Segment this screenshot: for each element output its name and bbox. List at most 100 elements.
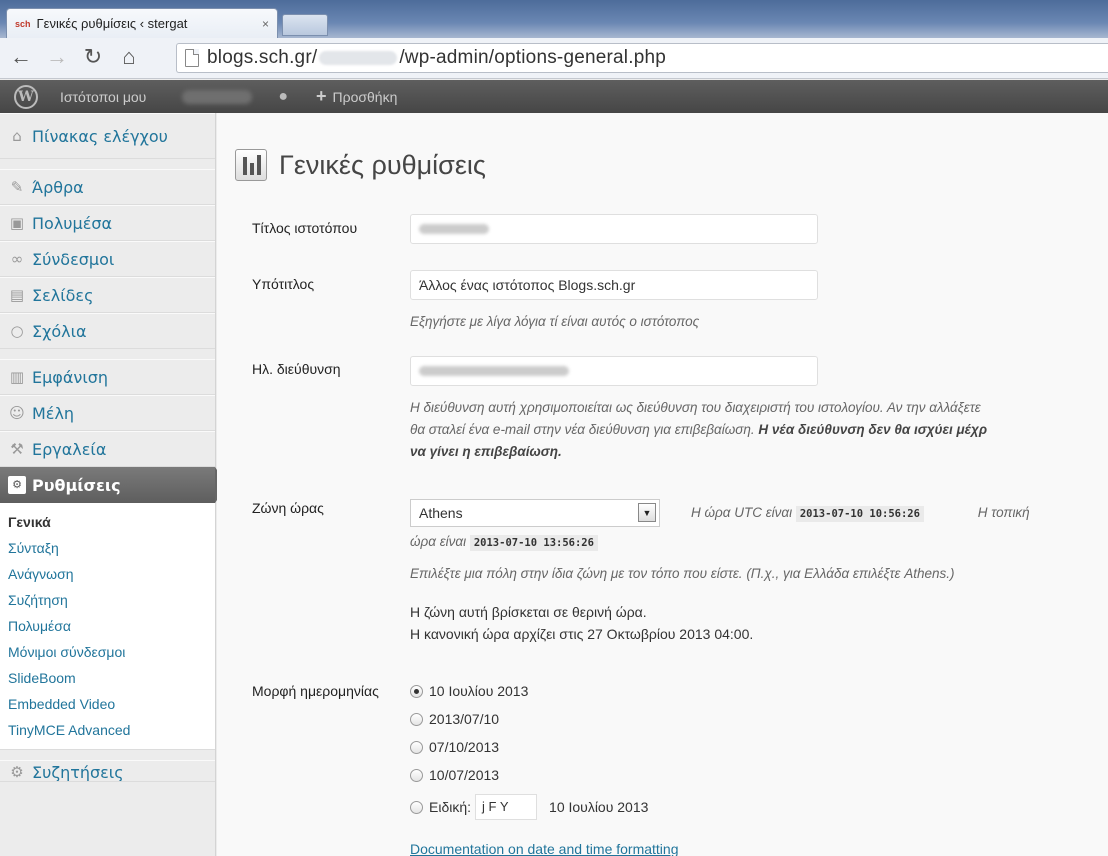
timezone-select[interactable]: Athens ▼ bbox=[410, 499, 660, 527]
sidebar-item-media[interactable]: ▣ Πολυμέσα bbox=[0, 205, 215, 241]
wordpress-logo-icon[interactable]: W bbox=[14, 84, 38, 109]
settings-icon: ⚙ bbox=[8, 476, 26, 494]
media-icon: ▣ bbox=[9, 214, 25, 232]
date-format-custom[interactable]: Ειδική: j F Y 10 Ιουλίου 2013 bbox=[410, 793, 648, 821]
custom-format-input[interactable]: j F Y bbox=[475, 794, 538, 820]
my-sites-link[interactable]: Ιστότοποι μου bbox=[60, 89, 146, 105]
sidebar-item-label: Πίνακας ελέγχου bbox=[32, 126, 168, 146]
submenu-slideboom[interactable]: SlideBoom bbox=[8, 665, 215, 691]
add-new-link[interactable]: Προσθήκη bbox=[333, 89, 398, 105]
settings-icon bbox=[235, 149, 267, 181]
sidebar-item-label: Εμφάνιση bbox=[32, 367, 109, 387]
sidebar-item-label: Σχόλια bbox=[32, 321, 87, 341]
radio-button[interactable] bbox=[410, 712, 423, 726]
tools-icon: ⚒ bbox=[10, 440, 24, 458]
forward-icon[interactable]: → bbox=[44, 44, 70, 70]
sidebar-item-label: Σύνδεσμοι bbox=[32, 249, 115, 269]
sidebar-item-label: Πολυμέσα bbox=[32, 213, 113, 233]
submenu-permalinks[interactable]: Μόνιμοι σύνδεσμοι bbox=[8, 639, 215, 665]
home-icon: ⌂ bbox=[12, 127, 22, 145]
sidebar-item-settings[interactable]: ⚙ Ρυθμίσεις bbox=[0, 467, 227, 503]
favicon-icon: sch bbox=[15, 18, 31, 29]
sidebar-item-appearance[interactable]: ▥ Εμφάνιση bbox=[0, 359, 215, 395]
url-text: blogs.sch.gr//wp-admin/options-general.p… bbox=[207, 47, 667, 68]
submenu-tinymce[interactable]: TinyMCE Advanced bbox=[8, 717, 215, 743]
custom-label: Ειδική: bbox=[429, 799, 472, 815]
submenu-embedded-video[interactable]: Embedded Video bbox=[8, 691, 215, 717]
tab-title: Γενικές ρυθμίσεις ‹ stergat bbox=[36, 16, 188, 31]
page-icon bbox=[185, 49, 199, 67]
browser-tabstrip: sch Γενικές ρυθμίσεις ‹ stergat × bbox=[0, 0, 1108, 38]
sidebar-item-users[interactable]: ☺ Μέλη bbox=[0, 395, 215, 431]
email-label: Ηλ. διεύθυνση bbox=[252, 361, 341, 377]
site-name-link[interactable] bbox=[182, 89, 253, 104]
sidebar-item-label: Ρυθμίσεις bbox=[32, 475, 121, 495]
appearance-icon: ▥ bbox=[9, 368, 25, 386]
comments-icon[interactable]: ● bbox=[278, 88, 288, 106]
site-title-label: Τίτλος ιστοτόπου bbox=[252, 220, 358, 236]
sidebar-item-discussions[interactable]: ⚙ Συζητήσεις bbox=[0, 760, 215, 782]
tagline-label: Υπότιτλος bbox=[252, 276, 315, 292]
back-icon[interactable]: ← bbox=[8, 44, 34, 70]
plus-icon[interactable]: + bbox=[316, 86, 327, 107]
admin-sidebar: ⌂ Πίνακας ελέγχου ✎ Άρθρα ▣ Πολυμέσα ∞ Σ… bbox=[0, 113, 227, 856]
sidebar-item-posts[interactable]: ✎ Άρθρα bbox=[0, 169, 215, 205]
radio-button[interactable] bbox=[410, 800, 423, 814]
pin-icon: ✎ bbox=[10, 178, 24, 196]
dropdown-arrow-icon[interactable]: ▼ bbox=[638, 503, 656, 522]
page-header: Γενικές ρυθμίσεις bbox=[235, 149, 486, 181]
sidebar-item-label: Μέλη bbox=[32, 403, 75, 423]
main-content: Γενικές ρυθμίσεις Τίτλος ιστοτόπου Υπότι… bbox=[217, 113, 1108, 856]
email-field[interactable] bbox=[410, 356, 818, 386]
discussion-icon: ⚙ bbox=[10, 763, 24, 781]
date-format-label: Μορφή ημερομηνίας bbox=[252, 683, 379, 699]
radio-button[interactable] bbox=[410, 684, 423, 698]
tagline-description: Εξηγήστε με λίγα λόγια τί είναι αυτός ο … bbox=[410, 314, 700, 329]
sidebar-item-links[interactable]: ∞ Σύνδεσμοι bbox=[0, 241, 215, 277]
radio-button[interactable] bbox=[410, 740, 423, 754]
local-time-info: ώρα είναι 2013-07-10 13:56:26 bbox=[410, 531, 598, 554]
blurred-value bbox=[419, 224, 489, 234]
link-icon: ∞ bbox=[10, 250, 24, 268]
timezone-hint: Επιλέξτε μια πόλη στην ίδια ζώνη με τον … bbox=[410, 566, 955, 581]
sidebar-item-label: Άρθρα bbox=[32, 177, 84, 197]
sidebar-item-dashboard[interactable]: ⌂ Πίνακας ελέγχου bbox=[0, 113, 215, 159]
email-description: Η διεύθυνση αυτή χρησιμοποιείται ως διεύ… bbox=[410, 400, 988, 459]
home-icon[interactable]: ⌂ bbox=[116, 44, 142, 70]
close-icon[interactable]: × bbox=[262, 17, 269, 31]
settings-submenu: Γενικά Σύνταξη Ανάγνωση Συζήτηση Πολυμέσ… bbox=[0, 503, 215, 750]
submenu-writing[interactable]: Σύνταξη bbox=[8, 535, 215, 561]
sidebar-item-label: Σελίδες bbox=[32, 285, 94, 305]
timezone-value: Athens bbox=[419, 505, 463, 521]
date-format-option[interactable]: 07/10/2013 bbox=[410, 736, 499, 758]
browser-toolbar: ← → ↻ ⌂ blogs.sch.gr//wp-admin/options-g… bbox=[0, 38, 1108, 79]
radio-button[interactable] bbox=[410, 768, 423, 782]
address-bar[interactable]: blogs.sch.gr//wp-admin/options-general.p… bbox=[176, 43, 1108, 73]
users-icon: ☺ bbox=[9, 404, 25, 422]
submenu-media[interactable]: Πολυμέσα bbox=[8, 613, 215, 639]
page-icon: ▤ bbox=[9, 286, 25, 304]
blurred-value bbox=[419, 366, 569, 376]
sidebar-item-tools[interactable]: ⚒ Εργαλεία bbox=[0, 431, 215, 467]
dst-info: Η ζώνη αυτή βρίσκεται σε θερινή ώρα. Η κ… bbox=[410, 604, 754, 642]
submenu-general[interactable]: Γενικά bbox=[8, 509, 215, 535]
custom-preview: 10 Ιουλίου 2013 bbox=[549, 799, 649, 815]
comment-icon: ○ bbox=[10, 322, 24, 340]
browser-tab[interactable]: sch Γενικές ρυθμίσεις ‹ stergat × bbox=[6, 8, 278, 38]
sidebar-item-comments[interactable]: ○ Σχόλια bbox=[0, 313, 215, 349]
sidebar-item-label: Συζητήσεις bbox=[32, 763, 124, 782]
utc-time-info: Η ώρα UTC είναι 2013-07-10 10:56:26 Η το… bbox=[691, 505, 1030, 522]
date-format-option[interactable]: 2013/07/10 bbox=[410, 708, 499, 730]
sidebar-item-pages[interactable]: ▤ Σελίδες bbox=[0, 277, 215, 313]
new-tab-button[interactable] bbox=[282, 14, 328, 36]
submenu-reading[interactable]: Ανάγνωση bbox=[8, 561, 215, 587]
reload-icon[interactable]: ↻ bbox=[80, 44, 106, 70]
date-format-option[interactable]: 10/07/2013 bbox=[410, 764, 499, 786]
tagline-field[interactable]: Άλλος ένας ιστότοπος Blogs.sch.gr bbox=[410, 270, 818, 300]
page-title: Γενικές ρυθμίσεις bbox=[279, 149, 486, 180]
submenu-discussion[interactable]: Συζήτηση bbox=[8, 587, 215, 613]
sidebar-item-label: Εργαλεία bbox=[32, 439, 107, 459]
site-title-field[interactable] bbox=[410, 214, 818, 244]
documentation-link[interactable]: Documentation on date and time formattin… bbox=[410, 841, 679, 856]
date-format-option[interactable]: 10 Ιουλίου 2013 bbox=[410, 680, 528, 702]
